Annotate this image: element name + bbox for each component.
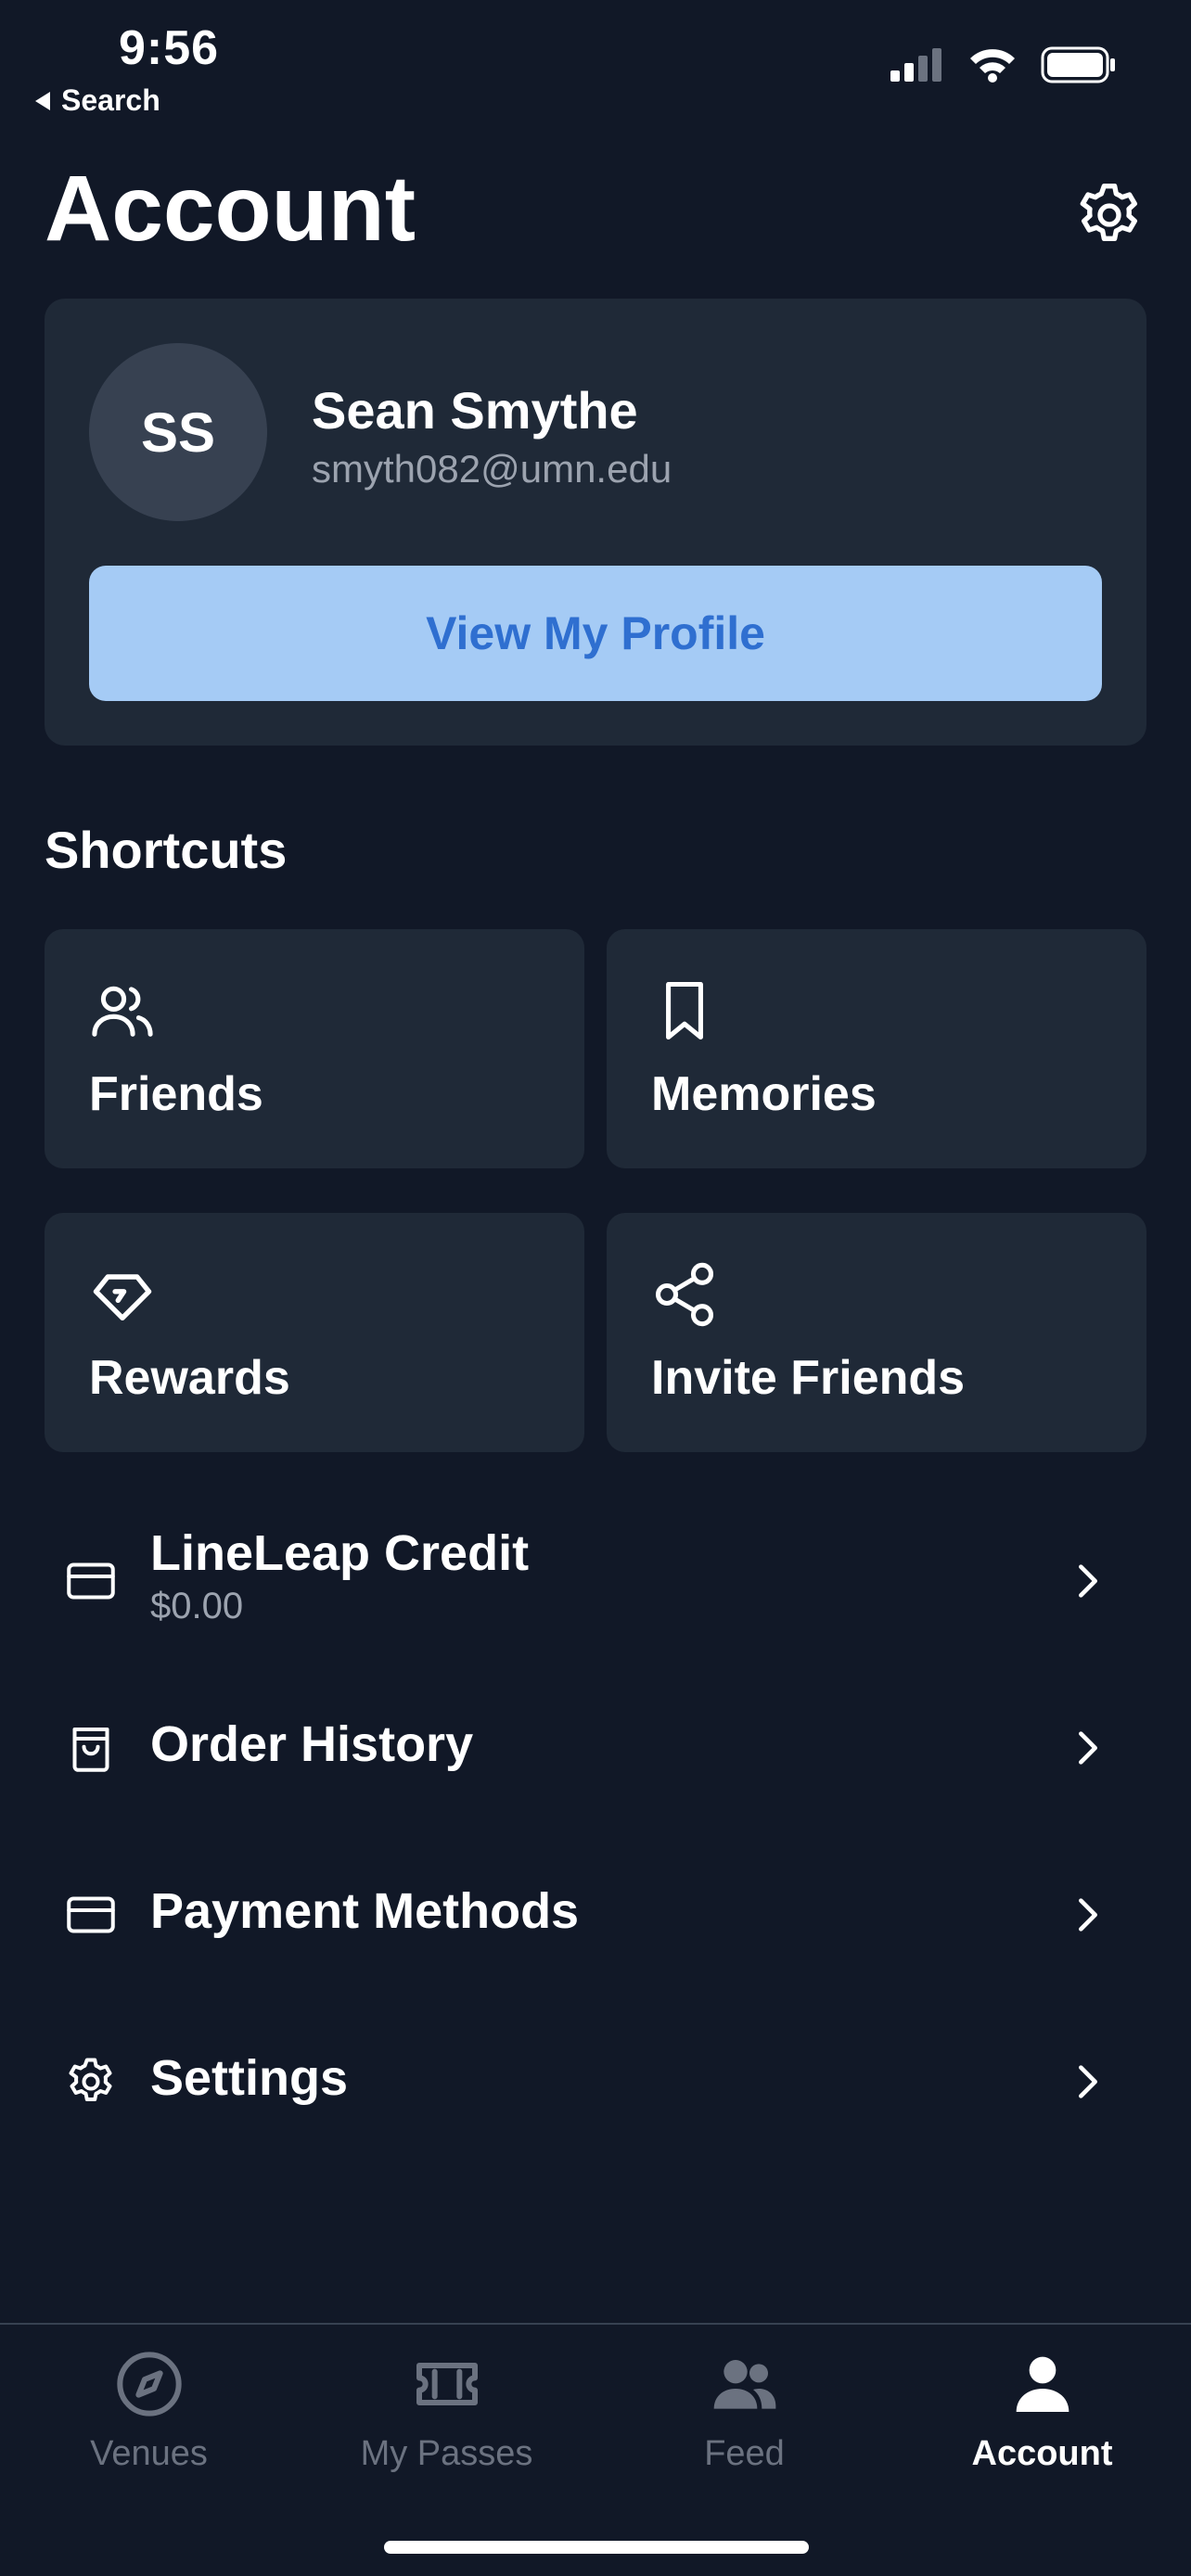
menu-item-label: Payment Methods (150, 1883, 580, 1939)
menu-item-order-history[interactable]: Order History (45, 1678, 1146, 1817)
wifi-icon (970, 49, 1015, 83)
status-time: 9:56 (119, 21, 220, 75)
menu-item-lineleap-credit[interactable]: LineLeap Credit $0.00 (45, 1511, 1146, 1651)
shortcut-rewards[interactable]: Rewards (45, 1213, 584, 1452)
shortcut-label: Rewards (89, 1351, 290, 1405)
menu-item-settings[interactable]: Settings (45, 2012, 1146, 2151)
shortcut-friends[interactable]: Friends (45, 929, 584, 1168)
friends-icon (92, 986, 153, 1037)
battery-icon (1041, 46, 1115, 83)
profile-email: smyth082@umn.edu (312, 447, 672, 491)
account-screen: 9:56 Search Account SS Sean Smythe smyth… (0, 0, 1191, 2576)
credit-card-icon (67, 1896, 115, 1933)
avatar: SS (89, 343, 267, 521)
chevron-right-icon (1079, 2065, 1097, 2098)
tab-bar: Venues My Passes Feed Account (0, 2323, 1191, 2576)
back-search-label: Search (61, 83, 160, 117)
menu-item-label: Order History (150, 1716, 474, 1772)
shortcut-memories[interactable]: Memories (607, 929, 1146, 1168)
page-title: Account (45, 157, 416, 261)
gear-icon (69, 2058, 112, 2101)
shopping-bag-icon (72, 1728, 109, 1772)
status-icons (890, 46, 1117, 83)
user-icon (1016, 2356, 1069, 2412)
tab-account[interactable]: Account (893, 2343, 1191, 2501)
menu-item-payment-methods[interactable]: Payment Methods (45, 1845, 1146, 1984)
people-icon (713, 2360, 775, 2409)
shortcut-label: Memories (651, 1067, 877, 1121)
home-indicator[interactable] (384, 2541, 809, 2554)
shortcuts-heading: Shortcuts (45, 821, 288, 879)
tab-label: Feed (704, 2434, 785, 2473)
tab-label: Venues (90, 2434, 208, 2473)
tab-label: My Passes (360, 2434, 533, 2473)
profile-card: SS Sean Smythe smyth082@umn.edu View My … (45, 299, 1146, 746)
menu-item-label: LineLeap Credit (150, 1525, 530, 1581)
shortcut-label: Invite Friends (651, 1351, 966, 1405)
credit-balance: $0.00 (150, 1586, 244, 1626)
compass-icon (116, 2352, 182, 2417)
menu-item-label: Settings (150, 2050, 349, 2106)
shortcut-invite-friends[interactable]: Invite Friends (607, 1213, 1146, 1452)
cellular-signal-icon (890, 48, 941, 82)
bookmark-icon (666, 981, 703, 1040)
chevron-right-icon (1079, 1898, 1097, 1932)
chevron-right-icon (1079, 1564, 1097, 1598)
tab-my-passes[interactable]: My Passes (298, 2343, 596, 2501)
tab-venues[interactable]: Venues (0, 2343, 298, 2501)
tab-label: Account (971, 2434, 1113, 2473)
ticket-icon (416, 2363, 478, 2405)
shortcut-label: Friends (89, 1067, 263, 1121)
back-to-search-link[interactable]: Search (35, 83, 160, 118)
credit-card-icon (67, 1562, 115, 1600)
back-arrow-icon (35, 91, 50, 110)
tab-feed[interactable]: Feed (596, 2343, 893, 2501)
diamond-icon (93, 1274, 152, 1321)
chevron-right-icon (1079, 1731, 1097, 1765)
settings-gear-icon[interactable] (1072, 178, 1146, 252)
share-icon (655, 1262, 714, 1327)
profile-name: Sean Smythe (312, 381, 638, 440)
view-profile-button[interactable]: View My Profile (89, 566, 1102, 701)
